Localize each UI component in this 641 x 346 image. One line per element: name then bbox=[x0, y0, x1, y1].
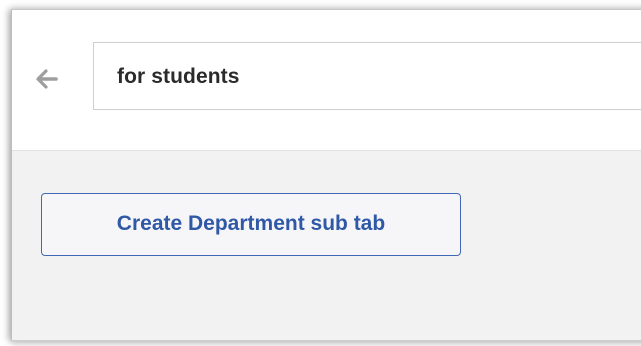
arrow-left-icon[interactable] bbox=[36, 68, 58, 90]
screenshot-frame: for students Create Department sub tab bbox=[0, 0, 641, 346]
search-input-value: for students bbox=[117, 65, 240, 88]
arrow-left-icon-graphic bbox=[36, 69, 58, 89]
content-panel: for students Create Department sub tab bbox=[11, 9, 641, 341]
search-input[interactable]: for students bbox=[93, 42, 641, 110]
header-bar: for students bbox=[12, 10, 641, 151]
create-department-sub-tab-button[interactable]: Create Department sub tab bbox=[41, 193, 461, 256]
